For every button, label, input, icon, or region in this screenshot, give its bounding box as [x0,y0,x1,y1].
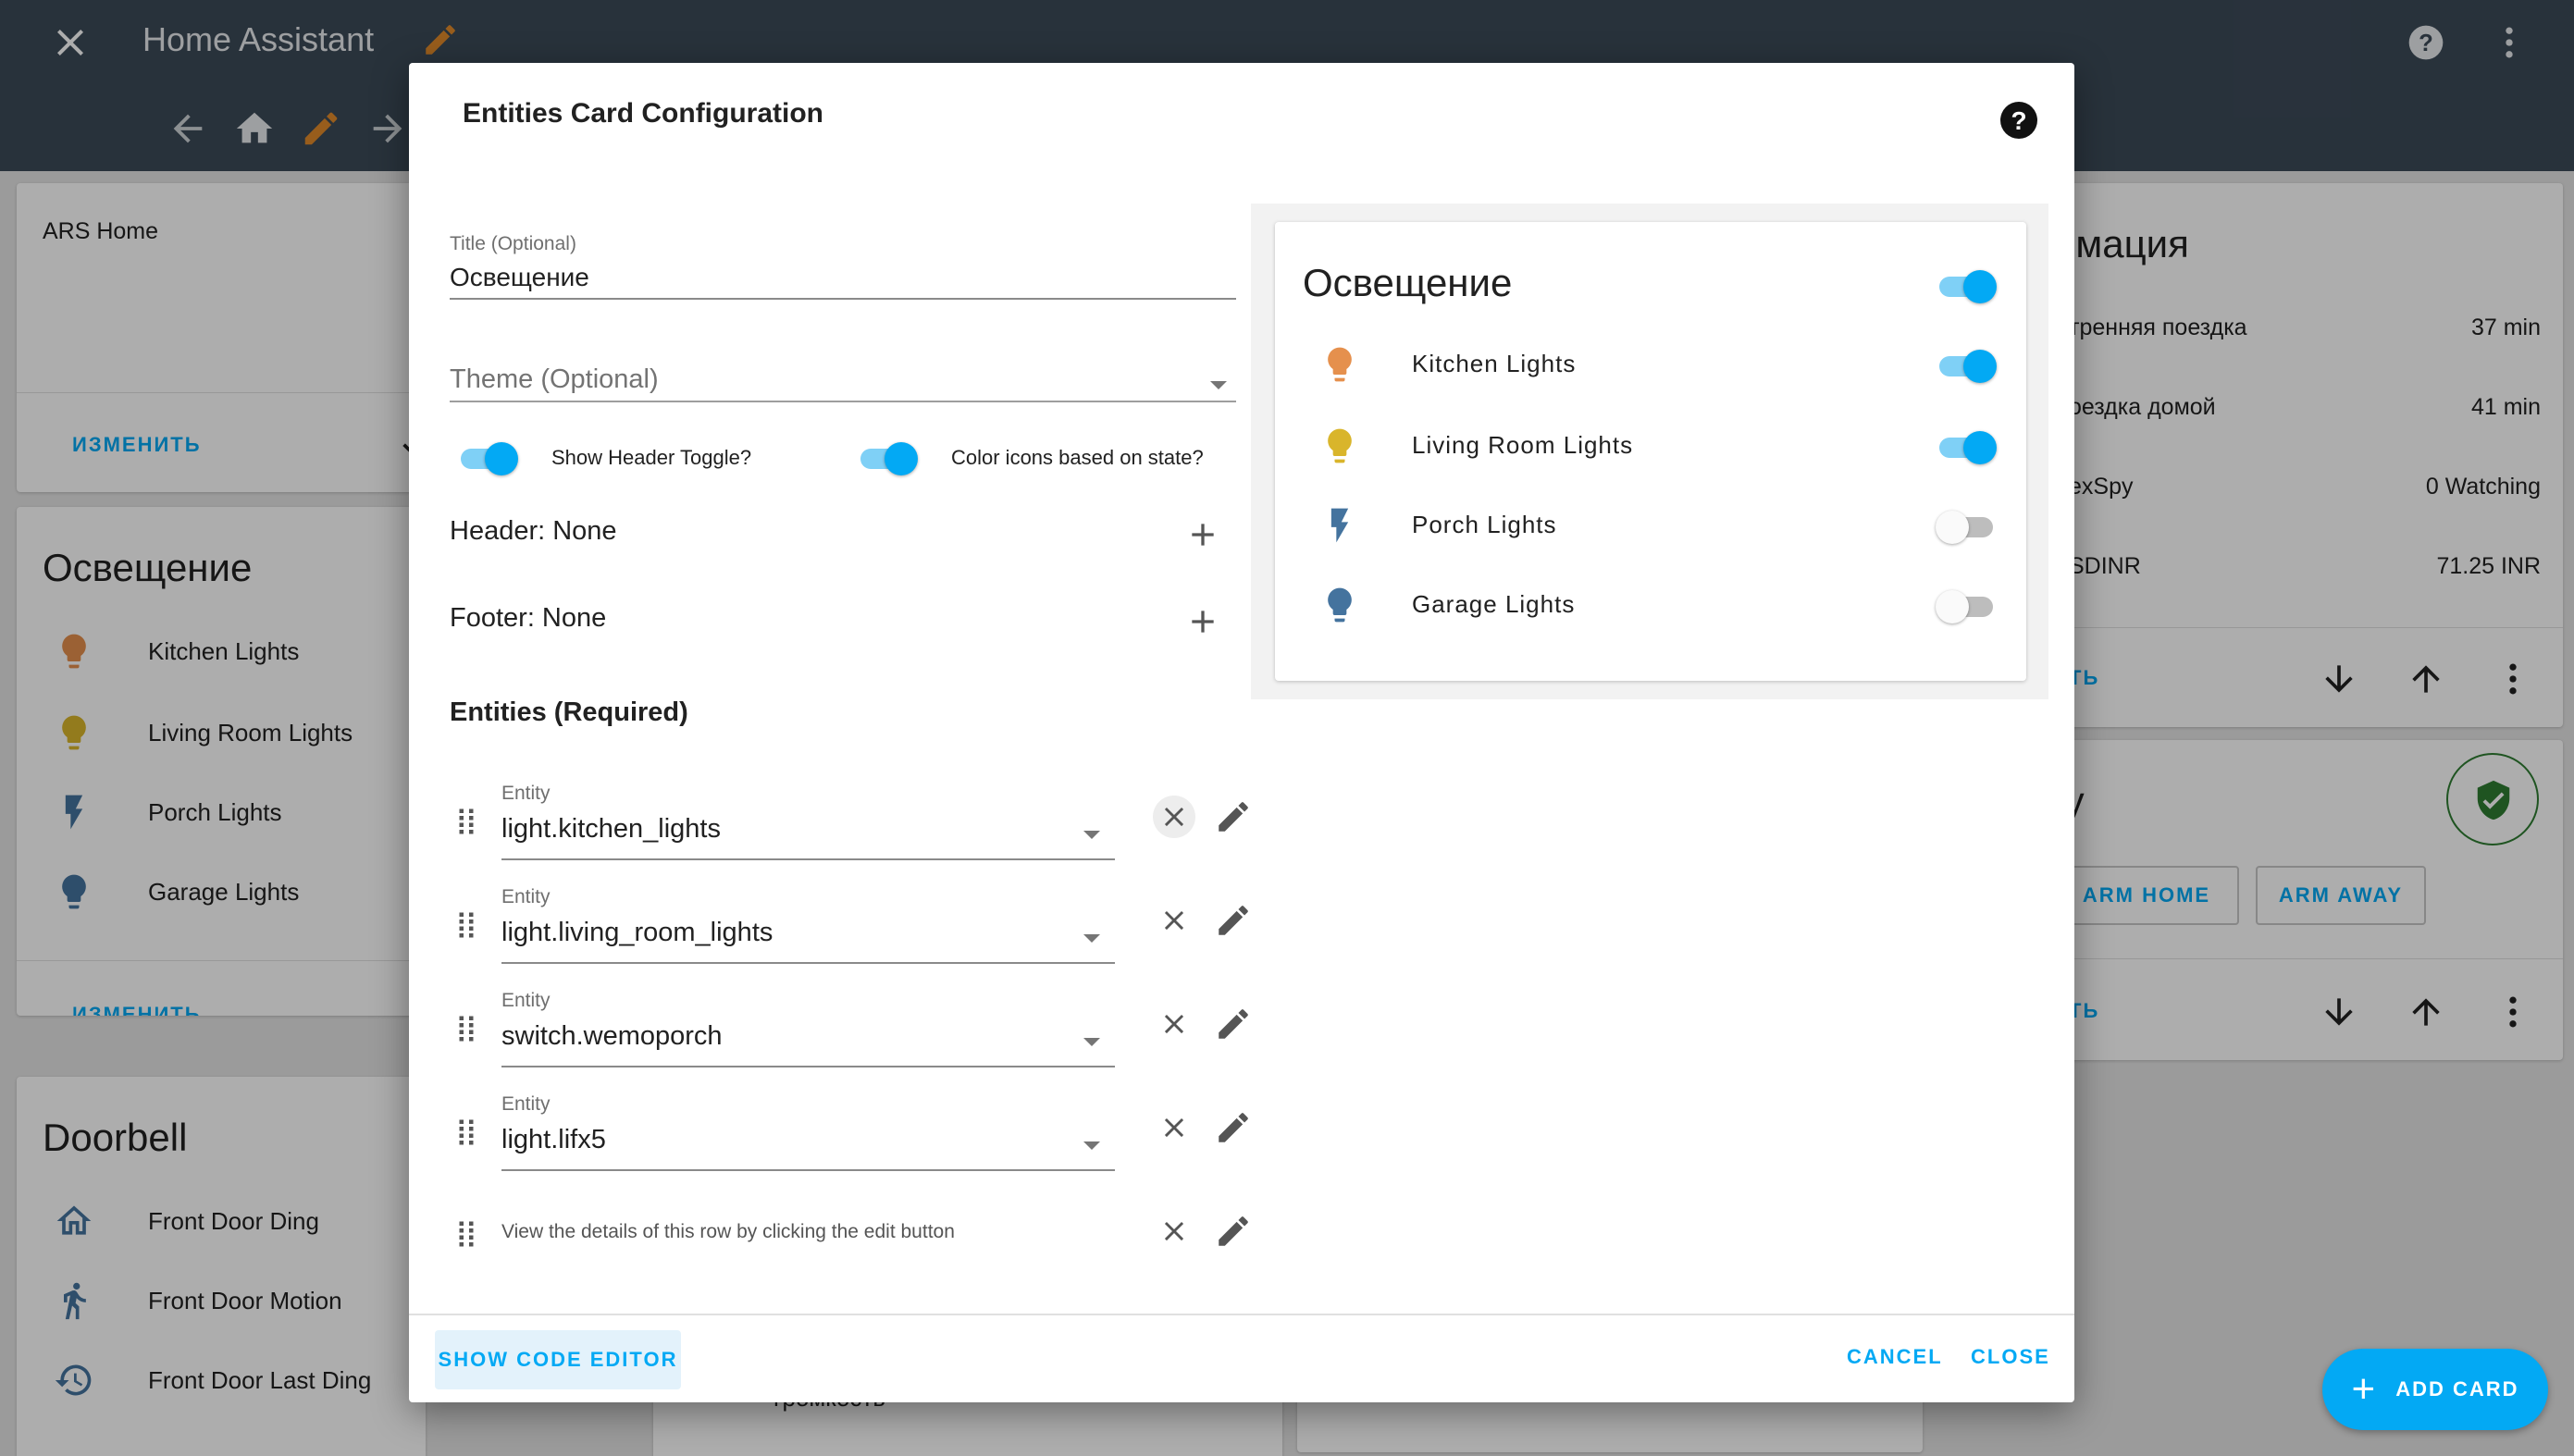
preview-row-toggle[interactable] [1936,346,1997,383]
preview-row-toggle[interactable] [1936,507,1993,544]
preview-row[interactable]: Kitchen Lights [1319,337,2004,392]
preview-row-toggle[interactable] [1936,586,1993,623]
entity-picker[interactable]: Entity light.kitchen_lights [501,777,1115,860]
remove-entity-icon[interactable] [1153,1003,1195,1045]
drag-handle-icon[interactable] [450,1217,483,1251]
remove-entity-icon[interactable] [1153,1106,1195,1149]
chevron-down-icon[interactable] [1083,934,1100,943]
remove-entity-icon[interactable] [1153,899,1195,942]
entity-picker-label: Entity [501,886,551,907]
preview-row-label: Kitchen Lights [1412,350,1577,377]
title-field-label: Title (Optional) [450,233,576,254]
preview-row-label: Living Room Lights [1412,431,1634,459]
edit-entity-icon[interactable] [1214,1005,1253,1043]
entity-picker-label: Entity [501,990,551,1011]
title-field-value[interactable]: Освещение [450,263,1236,298]
header-label: Header: None [450,516,617,546]
entity-picker-label: Entity [501,783,551,804]
entity-row: Entity light.kitchen_lights [450,777,1248,870]
add-card-label: ADD CARD [2395,1377,2519,1400]
preview-row[interactable]: Porch Lights [1319,498,2004,553]
entity-picker-value[interactable]: light.kitchen_lights [501,814,1115,845]
help-icon[interactable]: ? [1997,98,2041,142]
drag-handle-icon[interactable] [450,908,483,942]
remove-entity-icon[interactable] [1153,796,1195,838]
add-card-button[interactable]: + ADD CARD [2322,1349,2548,1430]
entity-row: View the details of this row by clicking… [450,1190,1248,1282]
title-field[interactable]: Title (Optional) Освещение [450,233,1236,300]
svg-text:?: ? [2011,106,2026,135]
preview-row-label: Garage Lights [1412,590,1576,618]
edit-entity-icon[interactable] [1214,1212,1253,1251]
plus-icon: + [2351,1366,2378,1412]
entity-row: Entity light.living_room_lights [450,881,1248,973]
edit-entity-icon[interactable] [1214,797,1253,836]
chevron-down-icon[interactable] [1083,1141,1100,1150]
cancel-button[interactable]: CANCEL [1847,1345,1943,1369]
entity-picker-value[interactable]: switch.wemoporch [501,1021,1115,1052]
entity-picker-label: Entity [501,1093,551,1115]
color-icons-toggle[interactable] [857,438,918,475]
footer-row: Footer: None [450,603,1236,634]
card-preview: Освещение Kitchen Lights Living Room Lig… [1275,222,2026,681]
entities-heading: Entities (Required) [450,697,688,727]
entity-picker-value[interactable]: light.living_room_lights [501,918,1115,948]
show-code-editor-button[interactable]: SHOW CODE EDITOR [435,1330,681,1389]
dialog-title: Entities Card Configuration [463,98,823,129]
entities-card-config-dialog: Entities Card Configuration ? Title (Opt… [409,63,2074,1402]
drag-handle-icon[interactable] [450,1012,483,1045]
header-row: Header: None [450,516,1236,547]
theme-select[interactable]: Theme (Optional) [450,364,1236,402]
preview-row-label: Porch Lights [1412,511,1557,538]
footer-label: Footer: None [450,603,607,633]
entity-picker-value[interactable]: light.lifx5 [501,1125,1115,1155]
bulb-icon [1328,428,1352,463]
bulb-icon [1328,347,1352,382]
preview-row-toggle[interactable] [1936,427,1997,464]
chevron-down-icon [1210,381,1227,389]
edit-hint-text: View the details of this row by clicking… [501,1221,955,1242]
entity-picker[interactable]: Entity switch.wemoporch [501,984,1115,1067]
dialog-footer-divider [409,1314,2074,1315]
remove-entity-icon[interactable] [1153,1210,1195,1252]
preview-row[interactable]: Living Room Lights [1319,418,2004,474]
edit-entity-icon[interactable] [1214,1108,1253,1147]
bulb-icon [1328,587,1352,623]
entity-row: Entity switch.wemoporch [450,984,1248,1077]
show-header-toggle[interactable] [457,438,518,475]
color-icons-toggle-label: Color icons based on state? [951,446,1204,469]
entity-row: Entity light.lifx5 [450,1088,1248,1180]
add-footer-icon[interactable] [1184,603,1221,640]
preview-row[interactable]: Garage Lights [1319,577,2004,633]
entity-picker[interactable]: Entity light.living_room_lights [501,881,1115,964]
edit-entity-icon[interactable] [1214,901,1253,940]
close-button[interactable]: CLOSE [1971,1345,2050,1369]
theme-select-placeholder: Theme (Optional) [450,364,659,394]
chevron-down-icon[interactable] [1083,831,1100,839]
preview-header-toggle[interactable] [1936,266,1997,303]
drag-handle-icon[interactable] [450,805,483,838]
preview-title: Освещение [1303,261,1513,304]
flash-icon [1330,508,1349,543]
entity-picker[interactable]: Entity light.lifx5 [501,1088,1115,1171]
drag-handle-icon[interactable] [450,1116,483,1149]
add-header-icon[interactable] [1184,516,1221,553]
show-header-toggle-label: Show Header Toggle? [551,446,752,469]
chevron-down-icon[interactable] [1083,1038,1100,1046]
